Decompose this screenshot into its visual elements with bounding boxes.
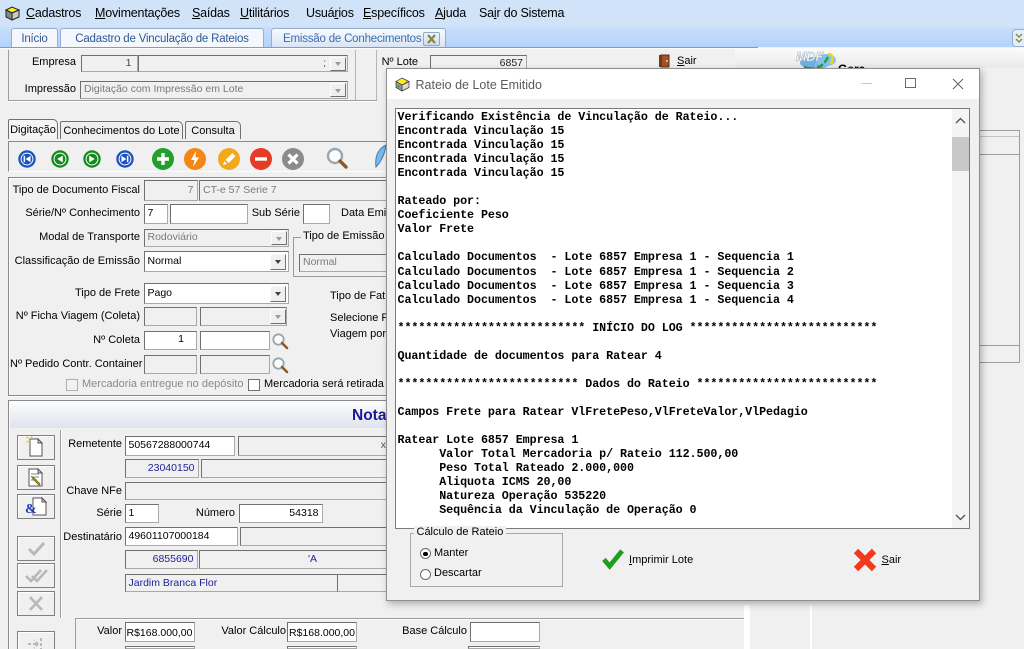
svg-text:MDF: MDF bbox=[796, 50, 823, 64]
